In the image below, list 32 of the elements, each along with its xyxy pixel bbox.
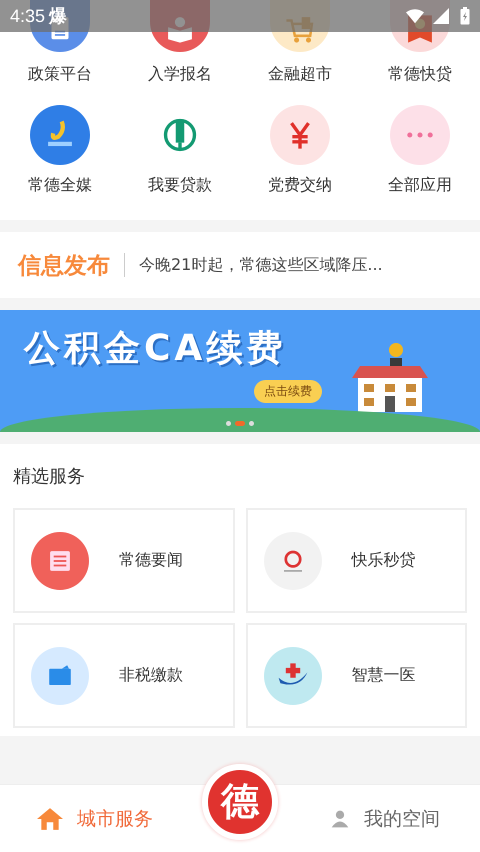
- news-headline-link[interactable]: 今晚21时起，常德这些区域降压...: [139, 254, 383, 276]
- service-card[interactable]: 智慧一医: [246, 623, 467, 728]
- service-label: 常德要闻: [119, 550, 183, 571]
- news-section-title: 信息发布: [18, 252, 110, 280]
- notification-icon: 爆: [49, 4, 68, 28]
- app-label: 常德全媒: [28, 175, 92, 196]
- banner-illustration[interactable]: 公积金CA续费 点击续费: [0, 310, 480, 432]
- app-label: 我要贷款: [148, 175, 212, 196]
- app-label: 党费交纳: [268, 175, 332, 196]
- signal-icon: [432, 8, 450, 24]
- carousel-dot[interactable]: [226, 421, 231, 426]
- battery-icon: [460, 7, 470, 25]
- app-label: 入学报名: [148, 64, 212, 85]
- service-label: 非税缴款: [119, 665, 183, 686]
- app-label: 常德快贷: [388, 64, 452, 85]
- nav-tab[interactable]: 我的空间: [290, 806, 480, 832]
- wifi-icon: [406, 8, 424, 24]
- section-title: 精选服务: [13, 465, 86, 489]
- status-time: 4:35: [10, 6, 46, 26]
- banner-button[interactable]: 点击续费: [254, 380, 322, 403]
- service-label: 快乐秒贷: [352, 550, 416, 571]
- service-card[interactable]: 非税缴款: [13, 623, 234, 728]
- app-label: 政策平台: [28, 64, 92, 85]
- app-label: 金融超市: [268, 64, 332, 85]
- home-icon: [37, 806, 63, 832]
- service-card[interactable]: 常德要闻: [13, 508, 234, 613]
- app-label: 全部应用: [388, 175, 452, 196]
- banner-title: 公积金CA续费: [24, 327, 286, 371]
- service-label: 智慧一医: [352, 665, 416, 686]
- carousel-dot[interactable]: [249, 421, 254, 426]
- service-card[interactable]: 快乐秒贷: [246, 508, 467, 613]
- person-icon: [330, 808, 350, 828]
